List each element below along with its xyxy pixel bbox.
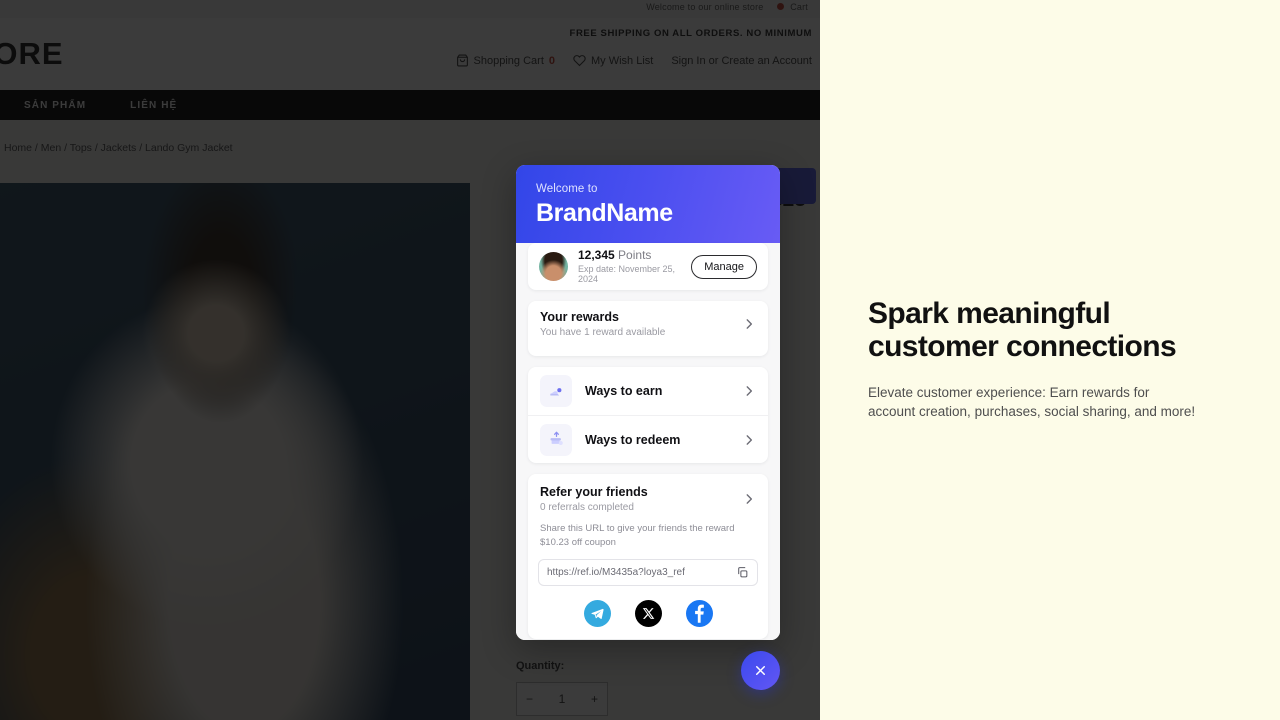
points-card: 12,345 Points Exp date: November 25, 202…: [528, 243, 768, 290]
refer-friends-card: Refer your friends 0 referrals completed…: [528, 474, 768, 639]
ways-to-redeem-title: Ways to redeem: [585, 432, 681, 447]
your-rewards-row[interactable]: Your rewards You have 1 reward available: [528, 301, 768, 347]
avatar: [539, 252, 568, 281]
your-rewards-title: Your rewards: [540, 310, 619, 324]
referral-url-value: https://ref.io/M3435a?loya3_ref: [547, 566, 685, 578]
promo-subtitle: Elevate customer experience: Earn reward…: [868, 385, 1196, 420]
points-line: 12,345 Points: [578, 247, 681, 263]
ways-to-earn-row[interactable]: Ways to earn: [528, 367, 768, 415]
referral-url-field[interactable]: https://ref.io/M3435a?loya3_ref: [538, 558, 758, 586]
social-share-buttons: [528, 599, 768, 627]
ways-card: Ways to earn Ways to redeem: [528, 367, 768, 463]
refer-friends-title: Refer your friends: [540, 485, 648, 499]
copy-icon[interactable]: [736, 566, 749, 579]
x-icon[interactable]: [634, 599, 662, 627]
loyalty-widget: Welcome to BrandName 12,345 Points Exp d…: [516, 165, 780, 640]
coin-hand-icon: [540, 375, 572, 407]
widget-body: 12,345 Points Exp date: November 25, 202…: [516, 243, 780, 640]
promo-title: Spark meaningful customer connections: [868, 297, 1177, 363]
points-info: 12,345 Points Exp date: November 25, 202…: [578, 247, 681, 285]
ways-to-redeem-text: Ways to redeem: [585, 433, 734, 447]
chevron-right-icon: [742, 317, 756, 331]
refer-friends-row[interactable]: Refer your friends 0 referrals completed: [528, 474, 768, 524]
refer-friends-subtitle: 0 referrals completed: [540, 502, 634, 513]
close-icon: [756, 666, 765, 675]
gift-icon: [540, 423, 572, 456]
ways-to-earn-text: Ways to earn: [585, 384, 734, 398]
chevron-right-icon: [742, 492, 756, 506]
facebook-icon[interactable]: [685, 599, 713, 627]
points-unit: Points: [618, 247, 652, 262]
telegram-icon[interactable]: [583, 599, 611, 627]
refer-note: Share this URL to give your friends the …: [540, 523, 735, 548]
your-rewards-card[interactable]: Your rewards You have 1 reward available: [528, 301, 768, 356]
ways-to-redeem-row[interactable]: Ways to redeem: [528, 415, 768, 463]
close-widget-button[interactable]: [741, 651, 780, 690]
points-amount: 12,345: [578, 247, 615, 262]
manage-button[interactable]: Manage: [691, 254, 757, 279]
ways-to-earn-title: Ways to earn: [585, 384, 663, 398]
points-expiry: Exp date: November 25, 2024: [578, 264, 676, 285]
your-rewards-subtitle: You have 1 reward available: [540, 327, 666, 338]
chevron-right-icon: [742, 384, 756, 398]
refer-friends-text: Refer your friends 0 referrals completed: [540, 485, 734, 513]
your-rewards-text: Your rewards You have 1 reward available: [540, 310, 734, 338]
chevron-right-icon: [742, 433, 756, 447]
hero-brand-name: BrandName: [536, 199, 673, 227]
promo-panel: Spark meaningful customer connections El…: [820, 0, 1280, 720]
hero-welcome-text: Welcome to: [536, 183, 598, 195]
screen: Welcome to our online store Cart TORE FR…: [0, 0, 1280, 720]
